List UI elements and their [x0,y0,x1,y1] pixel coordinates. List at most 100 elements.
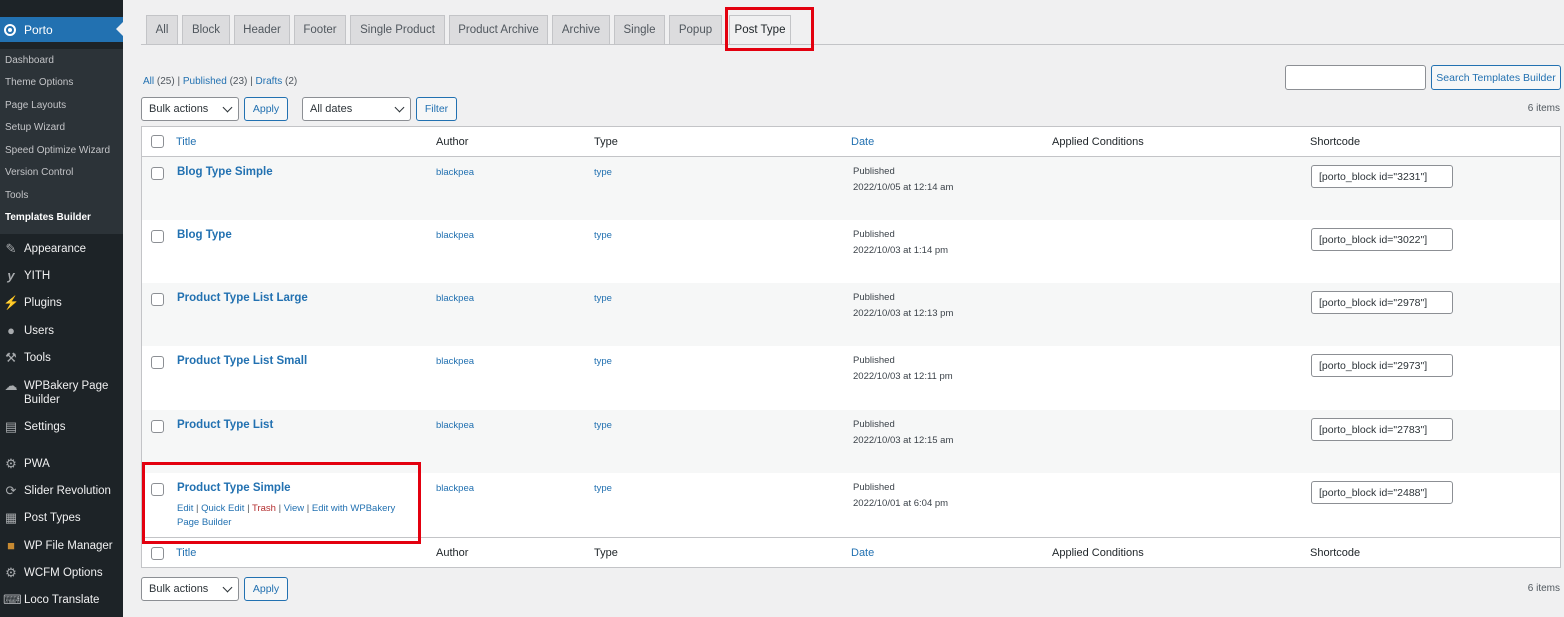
column-title[interactable]: Title [176,136,196,148]
submenu-item-speed-optimize-wizard[interactable]: Speed Optimize Wizard [5,145,110,156]
tab-header[interactable]: Header [234,15,290,44]
column-date-footer[interactable]: Date [851,547,874,559]
column-date[interactable]: Date [851,136,874,148]
submenu-item-version-control[interactable]: Version Control [5,167,73,178]
select-all-checkbox-bottom[interactable] [151,547,164,560]
row-author-link[interactable]: blackpea [436,356,474,367]
row-type-link[interactable]: type [594,293,612,304]
row-shortcode-field[interactable]: [porto_block id="2783"] [1311,418,1453,441]
row-type-link[interactable]: type [594,483,612,494]
search-input[interactable] [1285,65,1426,90]
tab-footer[interactable]: Footer [294,15,346,44]
row-type-link[interactable]: type [594,420,612,431]
row-shortcode-field[interactable]: [porto_block id="2488"] [1311,481,1453,504]
column-author-footer: Author [436,547,469,559]
submenu-item-theme-options[interactable]: Theme Options [5,77,73,88]
row-shortcode-field[interactable]: [porto_block id="2973"] [1311,354,1453,377]
items-count-bottom: 6 items [1527,583,1560,594]
tab-popup[interactable]: Popup [669,15,722,44]
sidebar-item-post-types[interactable]: ▦ Post Types [0,510,123,526]
tab-single-product[interactable]: Single Product [350,15,445,44]
row-author-link[interactable]: blackpea [436,230,474,241]
row-title-link[interactable]: Blog Type [177,229,232,241]
sidebar-item-label: Loco Translate [24,594,100,606]
slider-revolution-icon: ⟳ [5,483,17,498]
sidebar-item-tools[interactable]: ⚒ Tools [0,350,123,366]
sidebar-item-label: YITH [24,270,51,282]
sidebar-item-slider-revolution[interactable]: ⟳ Slider Revolution [0,483,123,499]
tab-all[interactable]: All [146,15,178,44]
column-type: Type [594,136,618,148]
filter-all-link[interactable]: All (25) [143,76,175,87]
sidebar-item-label: Settings [24,421,66,433]
tab-archive[interactable]: Archive [552,15,610,44]
sidebar-item-settings[interactable]: ▤ Settings [0,419,123,435]
row-checkbox[interactable] [151,293,164,306]
row-title-link[interactable]: Product Type List Large [177,292,308,304]
row-author-link[interactable]: blackpea [436,167,474,178]
row-shortcode-field[interactable]: [porto_block id="2978"] [1311,291,1453,314]
admin-sidebar: Porto Dashboard Theme Options Page Layou… [0,0,123,617]
tab-single[interactable]: Single [614,15,665,44]
tabs-divider [141,44,1564,45]
filter-drafts-link[interactable]: Drafts (2) [256,76,298,87]
sidebar-item-yith[interactable]: y YITH [0,268,123,284]
highlight-box-row-actions [142,462,421,544]
sidebar-item-porto[interactable]: Porto [0,17,123,42]
paintbrush-icon: ✎ [5,241,17,256]
row-type-link[interactable]: type [594,356,612,367]
filter-button[interactable]: Filter [416,97,457,121]
row-checkbox[interactable] [151,167,164,180]
submenu-item-setup-wizard[interactable]: Setup Wizard [5,122,65,133]
row-title-link[interactable]: Product Type List [177,419,273,431]
submenu-item-page-layouts[interactable]: Page Layouts [5,100,66,111]
sidebar-item-plugins[interactable]: ⚡ Plugins [0,295,123,311]
bulk-actions-select-bottom[interactable]: Bulk actions [141,577,239,601]
column-title-footer[interactable]: Title [176,547,196,559]
row-type-link[interactable]: type [594,167,612,178]
sidebar-item-label: WP File Manager [24,540,113,552]
tab-product-archive[interactable]: Product Archive [449,15,548,44]
row-checkbox[interactable] [151,230,164,243]
select-all-checkbox[interactable] [151,135,164,148]
apply-button-top[interactable]: Apply [244,97,288,121]
sidebar-item-loco-translate[interactable]: ⌨ Loco Translate [0,592,123,608]
submenu-item-templates-builder[interactable]: Templates Builder [5,212,91,223]
separator: | [177,76,181,87]
search-templates-button[interactable]: Search Templates Builder [1431,65,1561,90]
folder-icon: ■ [7,538,15,553]
row-shortcode-field[interactable]: [porto_block id="3231"] [1311,165,1453,188]
sidebar-item-wcfm-options[interactable]: ⚙ WCFM Options [0,565,123,581]
row-type-link[interactable]: type [594,230,612,241]
row-title-link[interactable]: Product Type List Small [177,355,307,367]
apply-button-bottom[interactable]: Apply [244,577,288,601]
select-value: Bulk actions [149,103,209,115]
sidebar-item-label: Porto [24,22,53,37]
table-row: Product Type List Small blackpea type Pu… [142,346,1560,409]
row-title-link[interactable]: Blog Type Simple [177,166,273,178]
submenu-item-dashboard[interactable]: Dashboard [5,55,54,66]
translate-icon: ⌨ [3,592,22,607]
date-filter-select[interactable]: All dates [302,97,411,121]
submenu-item-tools[interactable]: Tools [5,190,28,201]
wrench-icon: ⚒ [5,350,17,365]
sidebar-item-wpbakery[interactable]: ☁ WPBakery Page Builder [0,378,123,407]
row-author-link[interactable]: blackpea [436,420,474,431]
row-checkbox[interactable] [151,356,164,369]
row-date: 2022/10/03 at 12:15 am [853,435,954,446]
table-row: Product Type List Large blackpea type Pu… [142,283,1560,346]
sidebar-item-appearance[interactable]: ✎ Appearance [0,241,123,257]
sidebar-item-label: Appearance [24,243,87,255]
tab-block[interactable]: Block [182,15,230,44]
row-status: Published [853,229,895,240]
filter-published-link[interactable]: Published (23) [183,76,248,87]
bulk-actions-select-top[interactable]: Bulk actions [141,97,239,121]
row-checkbox[interactable] [151,420,164,433]
sidebar-item-pwa[interactable]: ⚙ PWA [0,456,123,472]
row-shortcode-field[interactable]: [porto_block id="3022"] [1311,228,1453,251]
sidebar-item-wp-file-manager[interactable]: ■ WP File Manager [0,538,123,554]
row-author-link[interactable]: blackpea [436,483,474,494]
row-date: 2022/10/03 at 12:11 pm [853,371,953,382]
sidebar-item-users[interactable]: ● Users [0,323,123,339]
row-author-link[interactable]: blackpea [436,293,474,304]
